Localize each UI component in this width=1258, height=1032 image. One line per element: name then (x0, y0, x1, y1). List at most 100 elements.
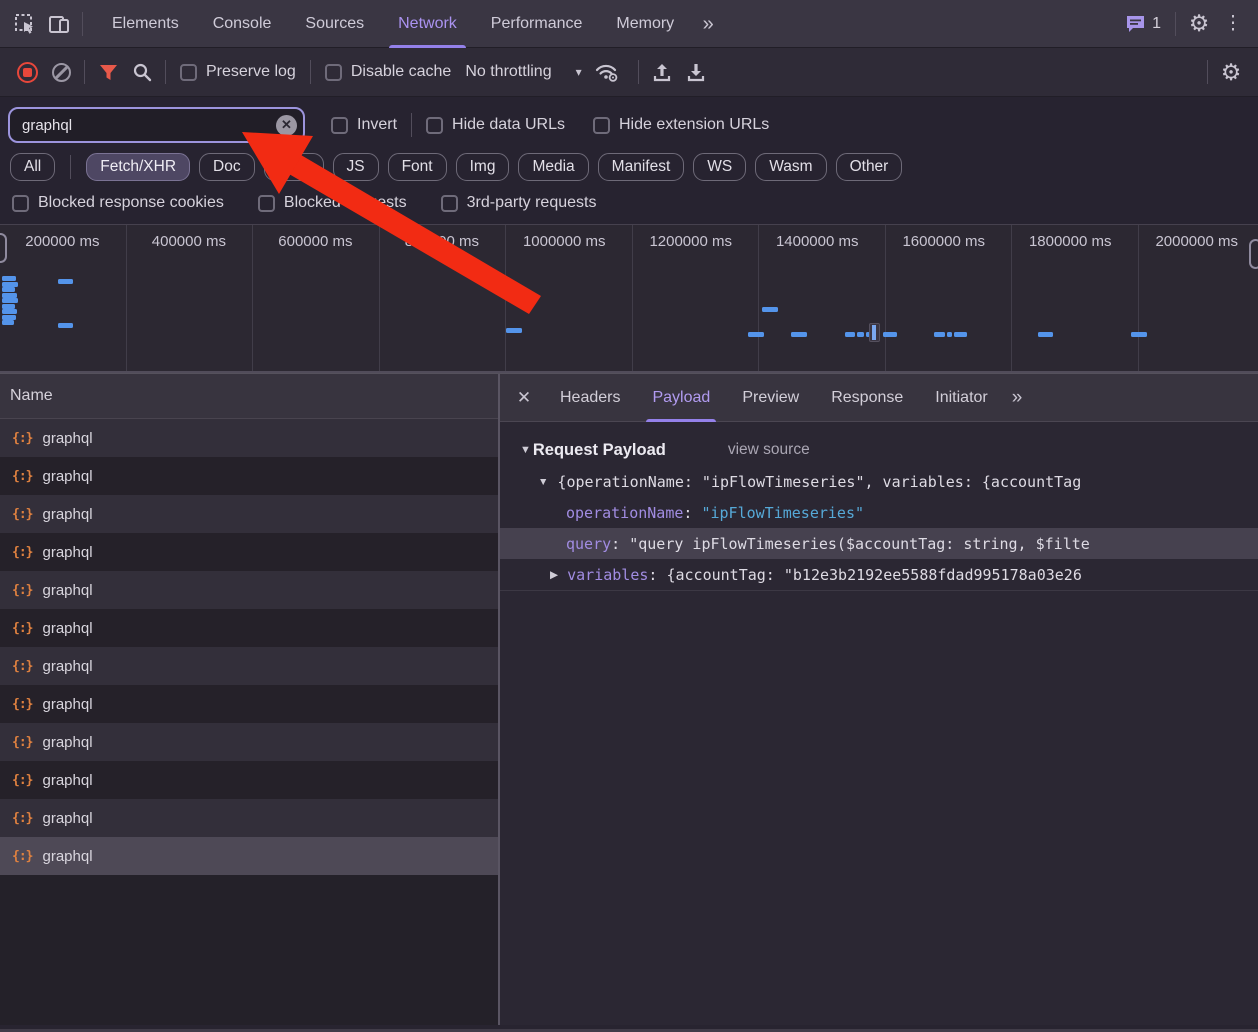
devtools-main-toolbar: ElementsConsoleSourcesNetworkPerformance… (0, 0, 1258, 48)
caret-right-icon[interactable]: ▶ (550, 569, 558, 581)
tab-sources[interactable]: Sources (288, 0, 381, 48)
table-row[interactable]: {:}graphql (0, 457, 498, 495)
throttling-dropdown[interactable]: No throttling ▾ (465, 63, 581, 81)
main-tab-strip: ElementsConsoleSourcesNetworkPerformance… (95, 0, 691, 48)
view-source-link[interactable]: view source (728, 441, 810, 459)
filter-funnel-icon[interactable] (91, 55, 125, 89)
tab-initiator[interactable]: Initiator (919, 374, 1003, 422)
table-row[interactable]: {:}graphql (0, 647, 498, 685)
invert-checkbox[interactable]: Invert (331, 116, 397, 134)
chip-css[interactable]: CSS (264, 153, 324, 181)
checkbox[interactable] (441, 195, 458, 212)
tab-console[interactable]: Console (196, 0, 289, 48)
chip-wasm[interactable]: Wasm (755, 153, 826, 181)
more-tabs-icon[interactable]: » (691, 7, 725, 41)
table-row[interactable]: {:}graphql (0, 609, 498, 647)
search-icon[interactable] (125, 55, 159, 89)
table-row[interactable]: {:}graphql (0, 533, 498, 571)
chip-doc[interactable]: Doc (199, 153, 255, 181)
tab-payload[interactable]: Payload (636, 374, 726, 422)
network-settings-gear-icon[interactable]: ⚙ (1214, 55, 1248, 89)
caret-down-icon[interactable]: ▼ (538, 476, 548, 488)
network-conditions-icon[interactable] (590, 55, 624, 89)
chip-media[interactable]: Media (518, 153, 588, 181)
checkbox[interactable] (426, 117, 443, 134)
disable-cache-checkbox[interactable]: Disable cache (325, 63, 452, 81)
table-row[interactable]: {:}graphql (0, 495, 498, 533)
checkbox[interactable] (258, 195, 275, 212)
payload-line[interactable]: ▼ {operationName: "ipFlowTimeseries", va… (500, 466, 1258, 497)
request-time-marker (2, 287, 15, 292)
record-network-log-button[interactable] (10, 55, 44, 89)
settings-gear-icon[interactable]: ⚙ (1182, 7, 1216, 41)
chip-img[interactable]: Img (456, 153, 510, 181)
blocked-response-cookies-checkbox[interactable]: Blocked response cookies (12, 194, 224, 212)
timeline-column: 1000000 ms (506, 225, 633, 371)
request-time-marker (2, 309, 17, 314)
import-har-icon[interactable] (645, 55, 679, 89)
checkbox[interactable] (331, 117, 348, 134)
checkbox[interactable] (12, 195, 29, 212)
tab-headers[interactable]: Headers (544, 374, 636, 422)
timeline-tick-label: 400000 ms (152, 233, 226, 250)
network-overview-timeline[interactable]: 200000 ms400000 ms600000 ms800000 ms1000… (0, 225, 1258, 373)
request-time-marker (748, 332, 764, 337)
table-row[interactable]: {:}graphql (0, 571, 498, 609)
divider (411, 113, 412, 137)
network-filter-input[interactable] (10, 117, 303, 134)
export-har-icon[interactable] (679, 55, 713, 89)
chip-js[interactable]: JS (333, 153, 379, 181)
issues-counter[interactable]: 1 (1117, 14, 1169, 34)
hide-extension-urls-checkbox[interactable]: Hide extension URLs (593, 116, 769, 134)
table-row[interactable]: {:}graphql (0, 685, 498, 723)
payload-line[interactable]: query: "query ipFlowTimeseries($accountT… (500, 528, 1258, 559)
timeline-tick-label: 2000000 ms (1155, 233, 1238, 250)
fetch-xhr-icon: {:} (12, 621, 32, 636)
preserve-log-checkbox[interactable]: Preserve log (180, 63, 296, 81)
request-name: graphql (42, 734, 92, 751)
request-time-marker (2, 320, 14, 325)
request-time-marker (845, 332, 855, 337)
clear-network-log-button[interactable] (44, 55, 78, 89)
network-filter-input-box[interactable]: ✕ (8, 107, 305, 143)
tab-memory[interactable]: Memory (599, 0, 691, 48)
payload-line[interactable]: ▶ variables: {accountTag: "b12e3b2192ee5… (500, 559, 1258, 590)
tab-network[interactable]: Network (381, 0, 474, 48)
checkbox[interactable] (325, 64, 342, 81)
close-details-icon[interactable]: ✕ (504, 388, 544, 408)
timeline-column: 600000 ms (253, 225, 380, 371)
overview-right-handle[interactable] (1249, 239, 1258, 269)
blocked-requests-checkbox[interactable]: Blocked requests (258, 194, 407, 212)
hide-data-urls-checkbox[interactable]: Hide data URLs (426, 116, 565, 134)
table-row[interactable]: {:}graphql (0, 723, 498, 761)
name-column-header[interactable]: Name (0, 374, 498, 419)
checkbox[interactable] (180, 64, 197, 81)
inspect-element-icon[interactable] (8, 7, 42, 41)
3rd-party-requests-checkbox[interactable]: 3rd-party requests (441, 194, 597, 212)
section-collapse-icon[interactable]: ▼ (520, 444, 531, 456)
more-detail-tabs-icon[interactable]: » (1004, 387, 1031, 409)
table-row[interactable]: {:}graphql (0, 837, 498, 875)
checkbox-label: 3rd-party requests (467, 194, 597, 212)
checkbox[interactable] (593, 117, 610, 134)
device-toolbar-icon[interactable] (42, 7, 76, 41)
tab-elements[interactable]: Elements (95, 0, 196, 48)
table-row[interactable]: {:}graphql (0, 761, 498, 799)
chip-ws[interactable]: WS (693, 153, 746, 181)
chip-fetchxhr[interactable]: Fetch/XHR (86, 153, 190, 181)
tab-performance[interactable]: Performance (474, 0, 600, 48)
table-row[interactable]: {:}graphql (0, 419, 498, 457)
payload-tree: ▼ {operationName: "ipFlowTimeseries", va… (500, 466, 1258, 590)
overview-left-handle[interactable] (0, 233, 7, 263)
chip-other[interactable]: Other (836, 153, 903, 181)
tab-response[interactable]: Response (815, 374, 919, 422)
kebab-menu-icon[interactable]: ⋮ (1216, 7, 1250, 41)
chip-manifest[interactable]: Manifest (598, 153, 685, 181)
chip-all[interactable]: All (10, 153, 55, 181)
table-row[interactable]: {:}graphql (0, 799, 498, 837)
chip-font[interactable]: Font (388, 153, 447, 181)
tab-preview[interactable]: Preview (726, 374, 815, 422)
clear-filter-icon[interactable]: ✕ (276, 115, 297, 136)
payload-text: : {accountTag: "b12e3b2192ee5588fdad9951… (648, 566, 1081, 584)
payload-line[interactable]: operationName: "ipFlowTimeseries" (500, 497, 1258, 528)
